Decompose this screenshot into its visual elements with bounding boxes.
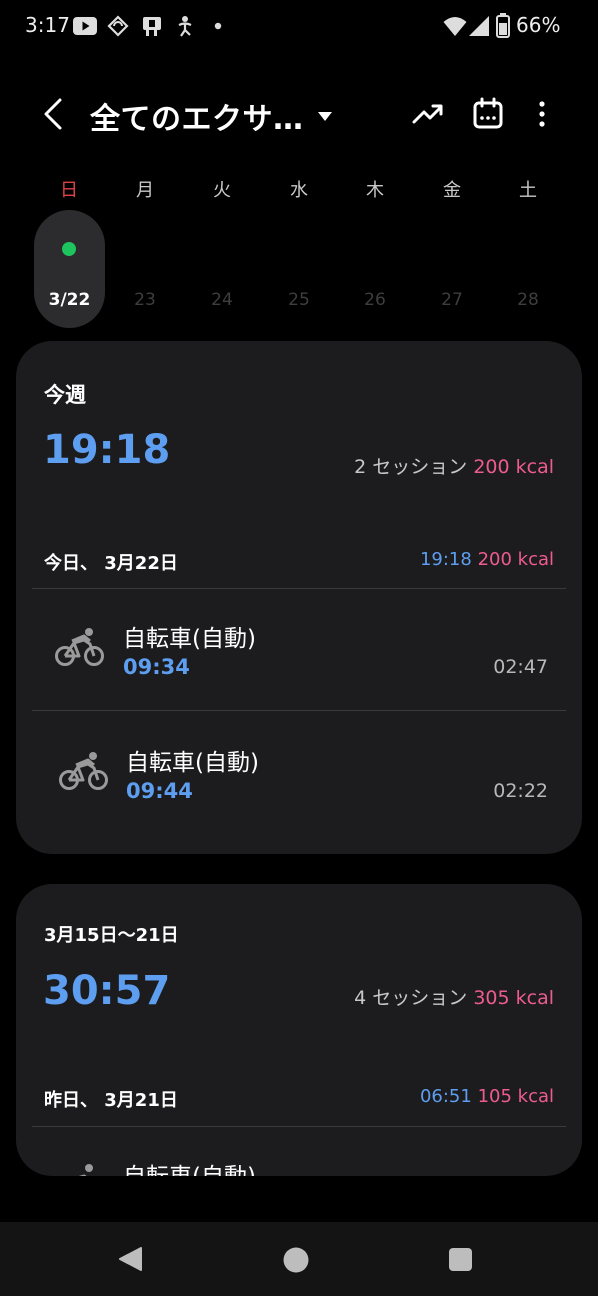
this-week-card: 今週 19:18 2 セッション 200 kcal 今日、 3月22日 19:1… <box>16 341 582 854</box>
exercise-name: 自転車(自動) <box>123 626 256 652</box>
exercise-row[interactable]: 自転車(自動) 09:34 02:47 <box>32 589 566 709</box>
day-number: 25 <box>288 290 310 310</box>
exercise-start-time: 09:44 <box>126 779 193 803</box>
session-count: 2 セッション <box>354 456 468 478</box>
day-number: 27 <box>441 290 463 310</box>
day-header: 今日、 3月22日 <box>44 553 178 574</box>
signal-icon <box>469 16 489 36</box>
session-count: 4 セッション <box>354 987 468 1009</box>
day-header: 昨日、 3月21日 <box>44 1090 178 1111</box>
battery-percent: 66% <box>516 13 561 37</box>
exercise-filter-dropdown[interactable]: 全てのエクサ… <box>90 94 332 138</box>
sync-icon <box>107 15 129 37</box>
day-label: 水 <box>290 180 308 201</box>
exercise-start-time: 09:34 <box>123 655 190 679</box>
day-time: 06:51 <box>419 1086 472 1107</box>
day-number: 23 <box>134 290 156 310</box>
exercise-row[interactable]: 自転車(自動) <box>32 1127 566 1176</box>
exercise-name: 自転車(自動) <box>123 1157 256 1176</box>
period-title: 3月15日～21日 <box>44 925 179 946</box>
day-kcal: 200 kcal <box>477 549 554 570</box>
week-summary: 4 セッション 305 kcal <box>354 983 554 1010</box>
selected-day-pill[interactable]: 3/22 <box>34 210 105 328</box>
back-icon[interactable] <box>34 94 74 134</box>
previous-week-card: 3月15日～21日 30:57 4 セッション 305 kcal 昨日、 3月2… <box>16 884 582 1176</box>
week-kcal: 200 kcal <box>473 456 554 478</box>
exercise-duration: 02:47 <box>493 656 548 678</box>
day-label: 日 <box>60 180 78 201</box>
trend-icon[interactable] <box>410 96 446 132</box>
accessibility-icon <box>178 16 192 37</box>
period-title: 今週 <box>44 383 86 407</box>
day-label: 土 <box>519 180 537 201</box>
more-icon[interactable] <box>530 96 554 132</box>
app-icon <box>143 17 161 36</box>
day-label: 火 <box>213 180 231 201</box>
nav-recents-icon[interactable] <box>449 1248 472 1271</box>
exercise-name: 自転車(自動) <box>126 750 259 776</box>
total-time: 19:18 <box>43 427 171 473</box>
status-time: 3:17 <box>25 13 70 37</box>
exercise-duration: 02:22 <box>493 780 548 802</box>
system-nav-bar <box>0 1222 598 1296</box>
day-label: 月 <box>136 180 154 201</box>
week-kcal: 305 kcal <box>473 987 554 1009</box>
day-label: 金 <box>443 180 461 201</box>
cycling-icon <box>78 1164 93 1176</box>
cycling-icon <box>55 628 104 666</box>
cycling-icon <box>59 752 108 790</box>
status-bar: 3:17 66% <box>0 0 598 52</box>
dot-icon <box>214 22 222 30</box>
day-time: 19:18 <box>419 549 472 570</box>
activity-dot-icon <box>62 242 76 256</box>
nav-back-icon[interactable] <box>117 1246 143 1272</box>
day-label: 木 <box>366 180 384 201</box>
dropdown-caret-icon <box>317 111 332 121</box>
day-number: 24 <box>211 290 233 310</box>
battery-icon <box>496 13 510 38</box>
selected-date: 3/22 <box>48 290 91 310</box>
wifi-icon <box>443 17 467 36</box>
page-title: 全てのエクサ… <box>90 102 304 137</box>
week-summary: 2 セッション 200 kcal <box>354 452 554 479</box>
day-kcal: 105 kcal <box>477 1086 554 1107</box>
nav-home-icon[interactable] <box>283 1247 309 1273</box>
youtube-icon <box>73 17 97 35</box>
day-totals: 19:18 200 kcal <box>420 549 554 570</box>
day-totals: 06:51 105 kcal <box>420 1086 554 1107</box>
total-time: 30:57 <box>43 968 171 1014</box>
exercise-row[interactable]: 自転車(自動) 09:44 02:22 <box>32 711 566 831</box>
day-number: 26 <box>364 290 386 310</box>
calendar-icon[interactable] <box>470 96 506 132</box>
day-number: 28 <box>517 290 539 310</box>
app-bar: 全てのエクサ… <box>0 80 598 150</box>
